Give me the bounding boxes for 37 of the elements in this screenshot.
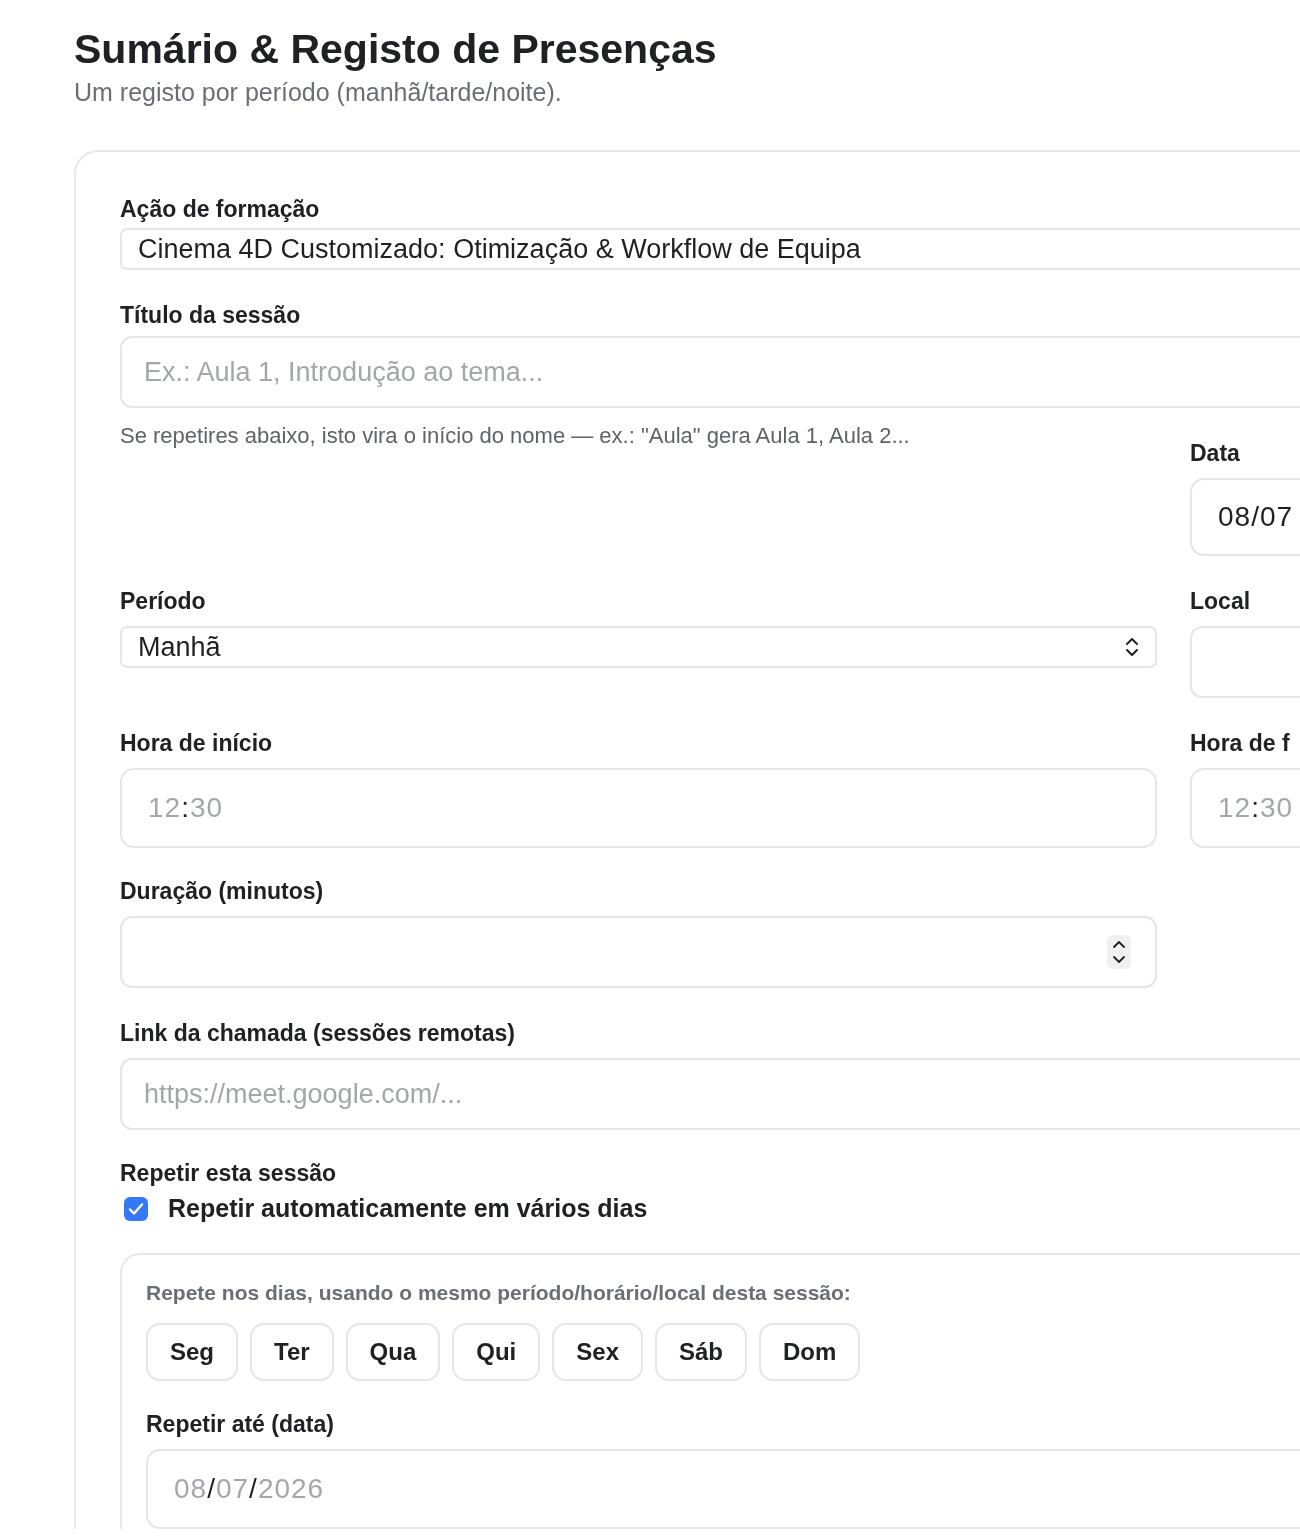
time-field[interactable]: 12:30 [120, 768, 1157, 848]
checkbox[interactable] [124, 1196, 148, 1221]
field-label: Hora de f [1190, 729, 1291, 758]
chevron-icon [1125, 636, 1139, 658]
page-subtitle: Um registo por período (manhã/tarde/noite). [74, 77, 563, 108]
text-field[interactable] [1190, 626, 1300, 698]
select-field[interactable]: Manhã [120, 626, 1157, 668]
field-label: Título da sessão [120, 301, 302, 330]
instruction-text: Repete nos dias, usando o mesmo período/horário/local desta sessão: [146, 1280, 852, 1306]
page-title: Sumário & Registo de Presenças [74, 25, 718, 74]
field-label: Data [1190, 439, 1241, 468]
select-field[interactable]: Cinema 4D Customizado: Otimização & Workflow de Equipa [120, 228, 1300, 270]
weekday-toggle[interactable]: Qui [452, 1323, 541, 1381]
check-icon [128, 1201, 144, 1216]
weekday-toggle[interactable]: Dom [759, 1323, 861, 1381]
weekday-toggle[interactable]: Sáb [655, 1323, 747, 1381]
field-label: Ação de formação [120, 195, 321, 224]
url-field[interactable]: https://meet.google.com/... [120, 1058, 1300, 1130]
date-field[interactable]: 08/07/2026 [146, 1449, 1300, 1529]
field-label: Hora de início [120, 729, 274, 758]
field-label: Repetir até (data) [146, 1410, 335, 1439]
weekday-toggle[interactable]: Sex [552, 1323, 643, 1381]
number-field[interactable] [120, 916, 1157, 988]
text-field[interactable]: Ex.: Aula 1, Introdução ao tema... [120, 336, 1300, 408]
section-label: Repetir esta sessão [120, 1159, 338, 1188]
helper-text: Se repetires abaixo, isto vira o início do nome — ex.: "Aula" gera Aula 1, Aula 2... [120, 422, 911, 450]
field-label: Link da chamada (sessões remotas) [120, 1019, 516, 1048]
field-label: Local [1190, 587, 1252, 616]
date-field[interactable]: 08/07 [1190, 478, 1300, 556]
time-field[interactable]: 12:30 [1190, 768, 1300, 848]
checkbox-label: Repetir automaticamente em vários dias [168, 1194, 648, 1223]
weekday-toggle[interactable]: Qua [345, 1323, 441, 1381]
field-label: Duração (minutos) [120, 877, 325, 906]
stepper-icon[interactable] [1107, 935, 1131, 969]
field-label: Período [120, 587, 207, 616]
weekday-toggle[interactable]: Ter [250, 1323, 334, 1381]
weekday-toggle[interactable]: Seg [146, 1323, 238, 1381]
